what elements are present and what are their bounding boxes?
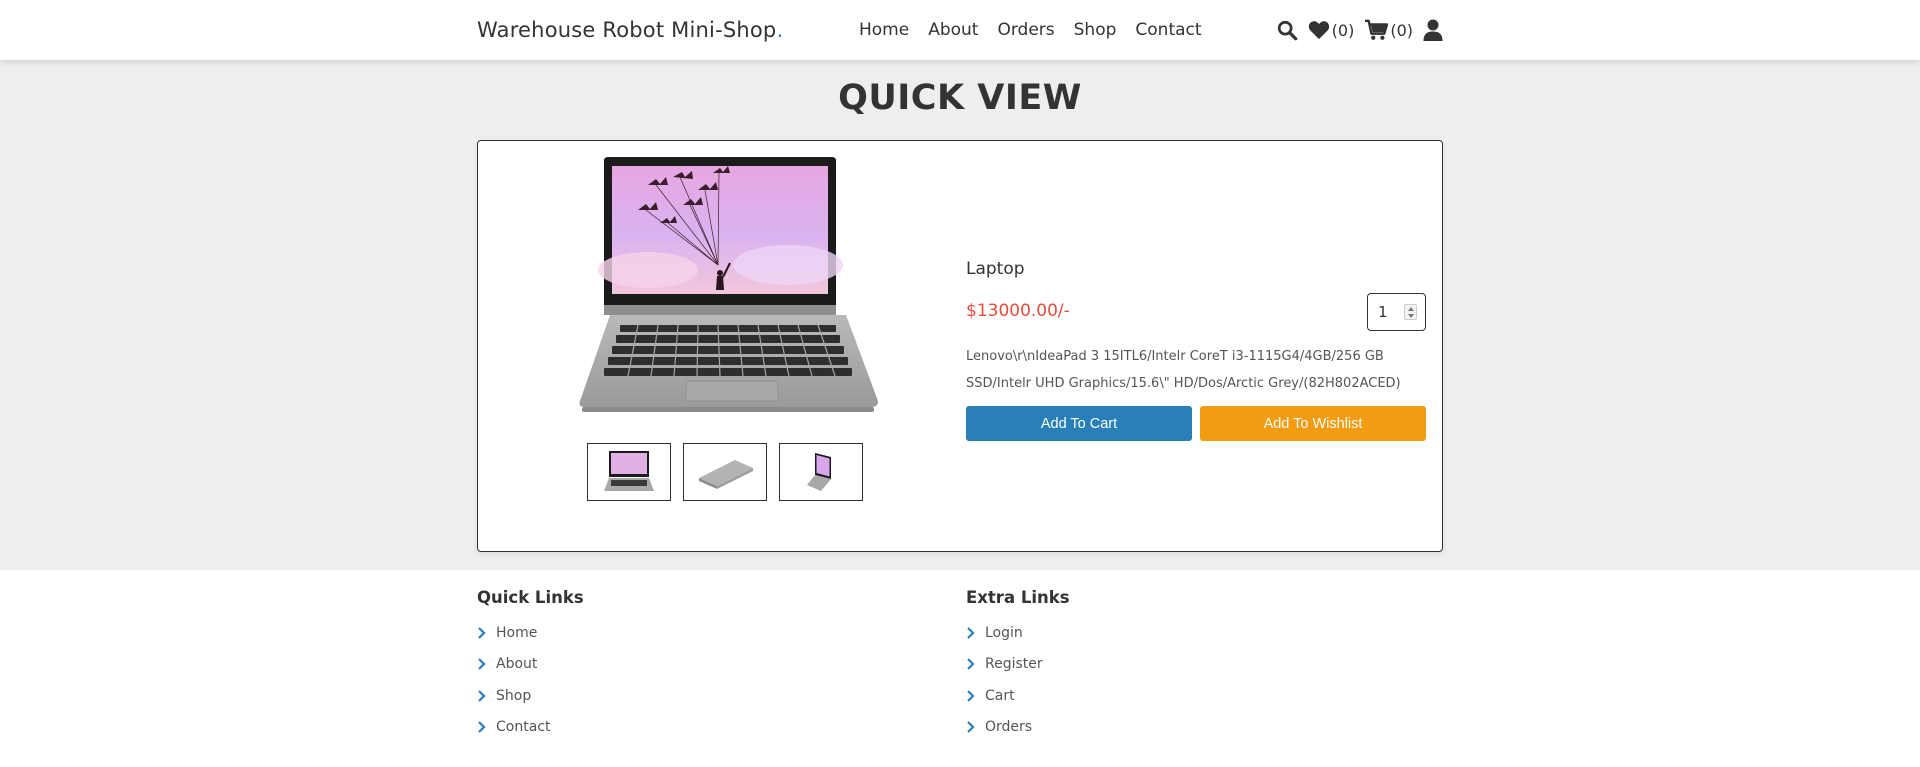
chevron-right-icon	[478, 626, 486, 639]
main-nav: Home About Orders Shop Contact	[859, 0, 1202, 60]
nav-link-home[interactable]: Home	[859, 20, 909, 40]
chevron-right-icon	[967, 626, 975, 639]
nav-link-orders[interactable]: Orders	[997, 20, 1054, 40]
quick-links-column: Quick Links Home About Shop Contact	[477, 588, 584, 743]
footer-link-register[interactable]: Register	[966, 649, 1070, 681]
footer-link-label: Contact	[496, 719, 551, 736]
footer-link-cart[interactable]: Cart	[966, 680, 1070, 712]
quantity-input[interactable]: 1	[1367, 293, 1426, 331]
footer-link-label: Home	[496, 624, 538, 641]
quantity-value: 1	[1378, 303, 1388, 321]
search-icon	[1277, 20, 1297, 41]
nav-link-contact[interactable]: Contact	[1135, 20, 1201, 40]
footer-link-contact[interactable]: Contact	[477, 712, 584, 744]
footer-link-login[interactable]: Login	[966, 617, 1070, 649]
quick-view-section: QUICK VIEW Laptop $13000.00/- 1 Lenovo\r…	[0, 60, 1920, 570]
footer-link-label: About	[496, 656, 538, 673]
price-row: $13000.00/- 1	[966, 293, 1426, 333]
footer-link-about[interactable]: About	[477, 649, 584, 681]
wishlist-count: (0)	[1331, 20, 1355, 40]
cart-icon	[1365, 19, 1389, 40]
quantity-spinner[interactable]	[1404, 304, 1417, 320]
footer-link-label: Login	[985, 624, 1023, 641]
extra-links-title: Extra Links	[966, 588, 1070, 607]
chevron-right-icon	[967, 658, 975, 671]
cart-count: (0)	[1390, 20, 1413, 40]
footer-link-label: Register	[985, 656, 1043, 673]
product-thumbnail[interactable]	[587, 443, 671, 501]
site-logo[interactable]: Warehouse Robot Mini-Shop.	[477, 18, 783, 42]
product-info: Laptop $13000.00/- 1 Lenovo\r\nIdeaPad 3…	[966, 259, 1426, 441]
header-icons: (0) (0)	[1276, 0, 1443, 60]
add-to-wishlist-button[interactable]: Add To Wishlist	[1200, 406, 1426, 441]
logo-dot: .	[776, 18, 784, 42]
nav-link-about[interactable]: About	[928, 20, 978, 40]
site-footer: Quick Links Home About Shop Contact Extr…	[0, 570, 1920, 767]
site-header: Warehouse Robot Mini-Shop. Home About Or…	[0, 0, 1920, 60]
footer-link-shop[interactable]: Shop	[477, 680, 584, 712]
chevron-right-icon	[478, 689, 486, 702]
product-thumbnails	[587, 443, 863, 501]
add-to-cart-button[interactable]: Add To Cart	[966, 406, 1192, 441]
product-name: Laptop	[966, 259, 1025, 279]
product-thumbnail[interactable]	[683, 443, 767, 501]
logo-text: Warehouse Robot Mini-Shop	[477, 18, 777, 42]
footer-link-label: Shop	[496, 687, 532, 704]
user-button[interactable]	[1423, 19, 1443, 41]
heart-icon	[1308, 21, 1329, 40]
nav-link-shop[interactable]: Shop	[1074, 20, 1117, 40]
quick-view-card: Laptop $13000.00/- 1 Lenovo\r\nIdeaPad 3…	[477, 140, 1443, 552]
user-icon	[1423, 19, 1443, 41]
footer-link-label: Cart	[985, 687, 1015, 704]
chevron-right-icon	[478, 658, 486, 671]
search-button[interactable]	[1276, 19, 1298, 41]
chevron-right-icon	[967, 689, 975, 702]
quick-links-title: Quick Links	[477, 588, 584, 607]
footer-link-home[interactable]: Home	[477, 617, 584, 649]
footer-link-label: Orders	[985, 719, 1033, 736]
wishlist-button[interactable]: (0)	[1308, 20, 1355, 40]
footer-link-orders[interactable]: Orders	[966, 712, 1070, 744]
product-description: Lenovo\r\nIdeaPad 3 15ITL6/Intelr CoreT …	[966, 349, 1401, 391]
page-title: QUICK VIEW	[838, 78, 1082, 118]
product-main-image	[578, 155, 878, 415]
action-buttons: Add To Cart Add To Wishlist	[966, 406, 1426, 441]
product-price: $13000.00/-	[966, 301, 1070, 321]
product-thumbnail[interactable]	[779, 443, 863, 501]
header-container: Warehouse Robot Mini-Shop. Home About Or…	[477, 0, 1443, 60]
extra-links-column: Extra Links Login Register Cart Orders	[966, 588, 1070, 743]
cart-button[interactable]: (0)	[1364, 19, 1413, 41]
chevron-right-icon	[478, 721, 486, 734]
chevron-right-icon	[967, 721, 975, 734]
